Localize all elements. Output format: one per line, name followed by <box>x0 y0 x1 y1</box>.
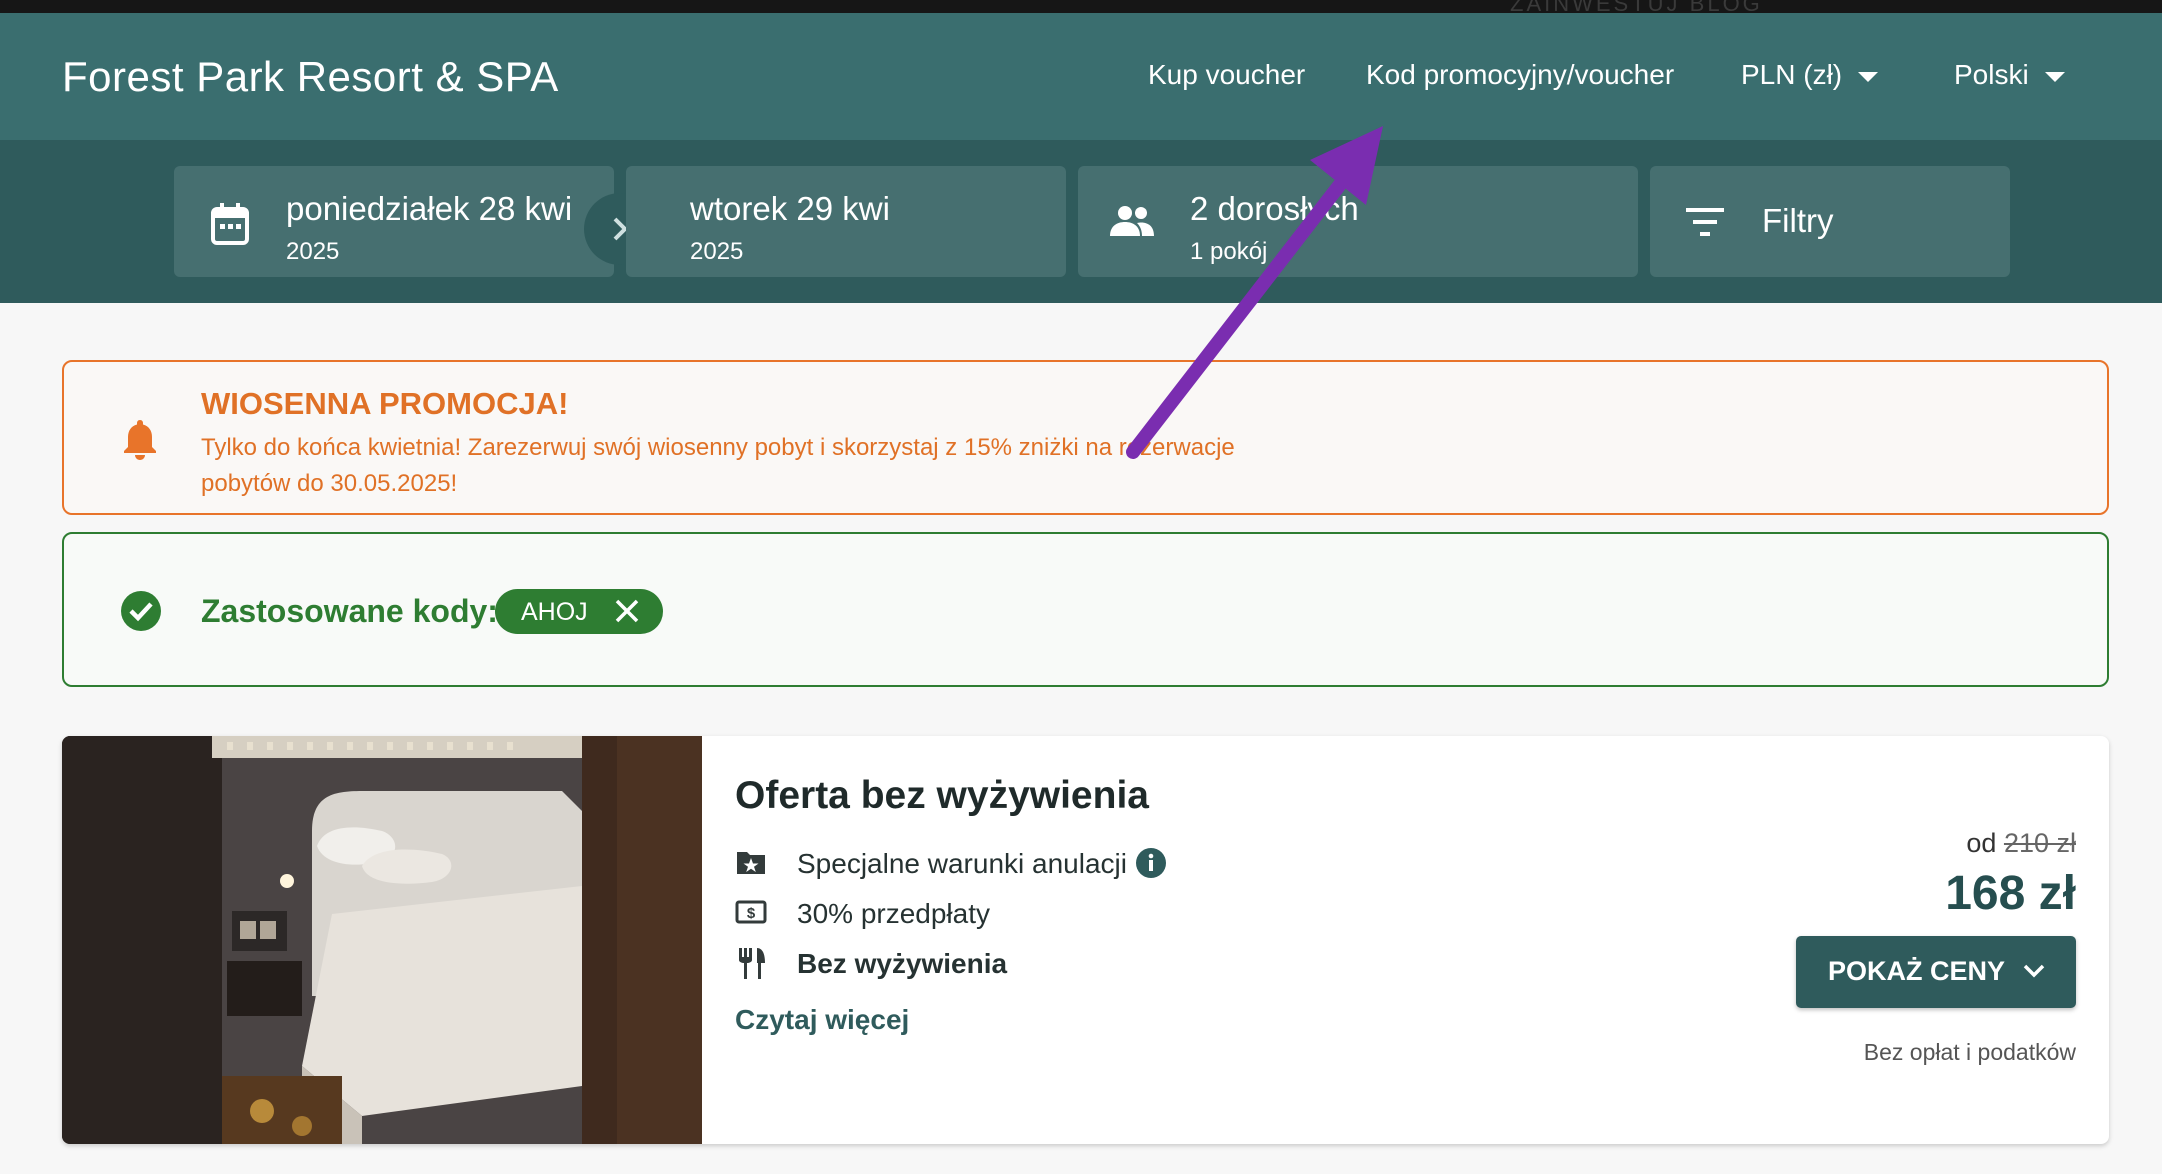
cash-icon: $ <box>735 900 767 924</box>
promo-code-value: AHOJ <box>521 598 588 626</box>
search-bar: poniedziałek 28 kwi 2025 wtorek 29 kwi 2… <box>0 140 2162 303</box>
filters-label: Filtry <box>1762 202 1834 239</box>
checkin-date-picker[interactable]: poniedziałek 28 kwi 2025 <box>174 166 614 277</box>
checkout-day: wtorek 29 kwi <box>690 190 890 227</box>
read-more-link[interactable]: Czytaj więcej <box>735 1004 909 1036</box>
offer-card: Oferta bez wyżywienia Specjalne warunki … <box>62 736 2109 1144</box>
calendar-icon <box>211 203 249 245</box>
checkout-year: 2025 <box>690 238 744 265</box>
promo-code-chip: AHOJ <box>495 589 663 634</box>
show-prices-button[interactable]: POKAŻ CENY <box>1796 936 2076 1008</box>
people-icon <box>1110 206 1154 236</box>
checkout-date-picker[interactable]: wtorek 29 kwi 2025 <box>626 166 1066 277</box>
offer-title: Oferta bez wyżywienia <box>735 774 1149 817</box>
top-strip: ZAINWESTUJ BLOG <box>0 0 2162 13</box>
site-header: Forest Park Resort & SPA Kup voucher Kod… <box>0 13 2162 140</box>
price-prefix: od <box>1966 828 1997 858</box>
language-select[interactable]: Polski <box>1954 59 2065 91</box>
bell-icon <box>124 420 156 460</box>
feature-board: Bez wyżywienia <box>735 948 1195 988</box>
promo-code-label: Kod promocyjny/voucher <box>1366 59 1675 90</box>
chevron-down-icon <box>2044 71 2065 82</box>
applied-codes-label: Zastosowane kody: <box>201 593 498 629</box>
feature-label: Specjalne warunki anulacji <box>797 848 1127 879</box>
price-from: od 210 zł <box>1966 828 2076 859</box>
currency-label: PLN (zł) <box>1741 59 1843 90</box>
feature-label: 30% przedpłaty <box>797 898 991 929</box>
filters-button[interactable]: Filtry <box>1650 166 2010 277</box>
remove-code-icon[interactable] <box>613 597 641 625</box>
feature-prepayment: $ 30% przedpłaty <box>735 898 1195 938</box>
top-strip-links: ZAINWESTUJ BLOG <box>1510 0 1763 13</box>
cutlery-icon <box>739 948 765 979</box>
feature-label: Bez wyżywienia <box>797 948 1008 979</box>
applied-codes-panel: Zastosowane kody: AHOJ <box>62 532 2109 687</box>
guests-picker[interactable]: 2 dorosłych 1 pokój <box>1078 166 1638 277</box>
buy-voucher-link[interactable]: Kup voucher <box>1148 59 1305 91</box>
checkin-day: poniedziałek 28 kwi <box>286 190 573 227</box>
old-price: 210 zł <box>2003 828 2076 858</box>
promo-banner: WIOSENNA PROMOCJA! Tylko do końca kwietn… <box>62 360 2109 515</box>
guests-rooms: 1 pokój <box>1190 238 1268 265</box>
language-label: Polski <box>1954 59 2029 90</box>
svg-text:$: $ <box>747 905 756 922</box>
feature-cancellation: Specjalne warunki anulacji <box>735 848 1195 888</box>
chevron-down-icon <box>2023 964 2045 978</box>
buy-voucher-label: Kup voucher <box>1148 59 1306 90</box>
chevron-down-icon <box>1858 71 1879 82</box>
promo-text: Tylko do końca kwietnia! Zarezerwuj swój… <box>201 434 1235 497</box>
check-circle-icon <box>121 591 161 631</box>
promo-title: WIOSENNA PROMOCJA! <box>201 386 569 421</box>
star-folder-icon <box>737 852 765 874</box>
promo-code-link[interactable]: Kod promocyjny/voucher <box>1366 59 1674 91</box>
tax-note: Bez opłat i podatków <box>1863 1039 2076 1065</box>
brand-title[interactable]: Forest Park Resort & SPA <box>62 53 559 101</box>
filter-icon <box>1686 208 1724 236</box>
guests-adults: 2 dorosłych <box>1190 190 1359 227</box>
show-prices-label: POKAŻ CENY <box>1828 956 2006 986</box>
room-photo[interactable] <box>62 736 702 1144</box>
currency-select[interactable]: PLN (zł) <box>1741 59 1879 91</box>
checkin-year: 2025 <box>286 238 340 265</box>
current-price: 168 zł <box>1945 867 2076 920</box>
info-icon[interactable] <box>1135 847 1167 879</box>
